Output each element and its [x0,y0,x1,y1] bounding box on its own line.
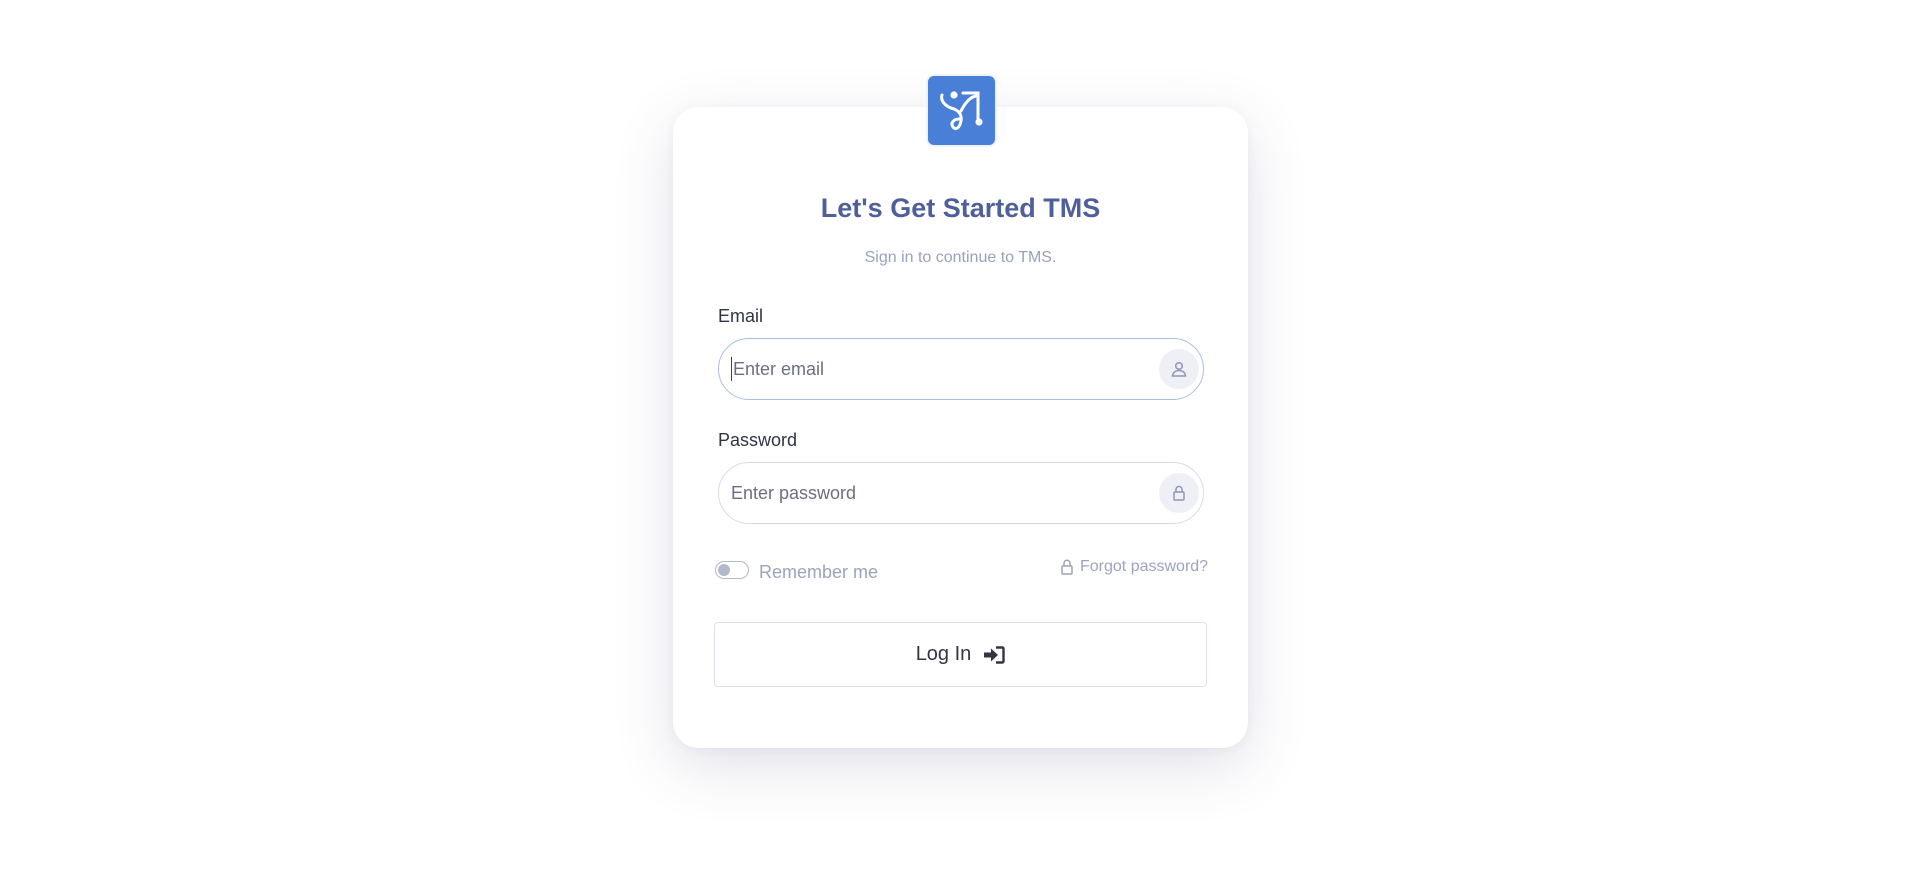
email-label: Email [718,306,764,326]
user-icon [1159,349,1199,389]
lock-icon [1159,473,1199,513]
password-field-wrapper [718,462,1204,524]
app-logo [926,74,997,147]
email-field[interactable] [731,357,1141,381]
remember-me-toggle[interactable] [715,561,749,579]
app-logo-icon [939,90,983,130]
login-button[interactable]: Log In [714,622,1207,687]
page-subtitle: Sign in to continue to TMS. [864,249,1057,266]
forgot-password-label: Forgot password? [1080,558,1209,575]
sign-in-icon [984,645,1005,664]
lock-icon [1061,559,1073,575]
toggle-knob [718,564,730,576]
email-field-wrapper [718,338,1204,400]
login-button-label: Log In [915,643,972,665]
page-title: Let's Get Started TMS [820,193,1101,223]
remember-me-label[interactable]: Remember me [759,562,878,583]
forgot-password-link[interactable]: Forgot password? [1060,558,1208,576]
password-label: Password [718,430,798,450]
password-field[interactable] [731,463,1141,523]
